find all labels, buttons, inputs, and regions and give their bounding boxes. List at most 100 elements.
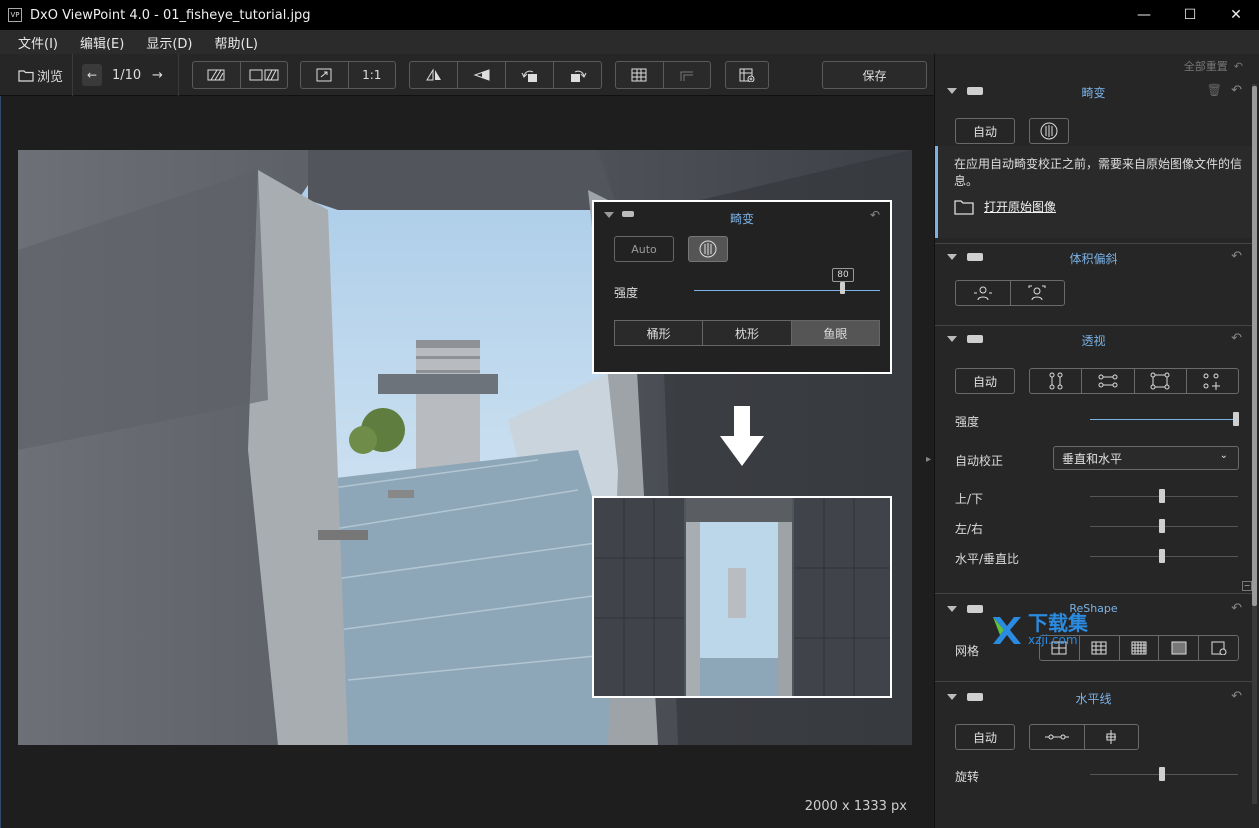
perspective-auto-button[interactable]: 自动 (955, 368, 1015, 394)
overlay-strength-value: 80 (832, 268, 854, 282)
window-title: DxO ViewPoint 4.0 - 01_fisheye_tutorial.… (30, 7, 311, 23)
undo-icon[interactable]: ↶ (1231, 249, 1242, 264)
rotate-right-button[interactable] (554, 62, 601, 88)
volume-mode-selector (955, 280, 1065, 306)
trash-icon[interactable]: 🗑 (1207, 83, 1222, 97)
eight-points-button[interactable] (1187, 369, 1238, 393)
overlay-fisheye-button[interactable] (688, 236, 728, 262)
minimize-button[interactable]: — (1121, 0, 1167, 30)
page-counter: 1/10 (112, 67, 142, 83)
reset-all-button[interactable]: 全部重置 ↶ (1184, 58, 1243, 74)
zoom-100-button[interactable]: 1:1 (349, 62, 396, 88)
horizon-auto-button[interactable]: 自动 (955, 724, 1015, 750)
person-horizontal-icon (973, 286, 992, 301)
grid-settings-button[interactable] (1199, 636, 1238, 660)
panel-scroll-thumb[interactable] (1252, 86, 1257, 606)
prev-image-button[interactable]: ← (82, 64, 102, 86)
image-dimensions: 2000 x 1333 px (804, 799, 907, 814)
rotate-knob[interactable] (1159, 767, 1165, 781)
ratio-knob[interactable] (1159, 549, 1165, 563)
watermark-cn: 下载集 (1028, 611, 1088, 635)
perspective-header[interactable]: 透视 ↶ (935, 326, 1252, 354)
app-logo-icon: VP (8, 8, 22, 22)
menu-view[interactable]: 显示(D) (146, 33, 192, 52)
rotate-left-button[interactable] (506, 62, 554, 88)
save-button[interactable]: 保存 (822, 61, 927, 89)
reset-all-label: 全部重置 (1183, 60, 1228, 73)
preset-button[interactable] (725, 61, 769, 89)
flip-horizontal-button[interactable] (410, 62, 458, 88)
correction-panel: 全部重置 ↶ 畸变 🗑 ↶ 自动 在应用自动畸变校正之前，需要来自原始图像文件的… (934, 54, 1259, 828)
info-box: 在应用自动畸变校正之前，需要来自原始图像文件的信息。 打开原始图像 (935, 146, 1252, 238)
undo-icon[interactable]: ↶ (1231, 601, 1242, 616)
flip-vertical-icon (473, 69, 489, 81)
menu-help[interactable]: 帮助(L) (215, 33, 258, 52)
vertical-lines-button[interactable] (1030, 369, 1083, 393)
browse-button[interactable]: 浏览 (18, 61, 63, 89)
distortion-auto-button[interactable]: 自动 (955, 118, 1015, 144)
toolbar-divider (178, 54, 179, 96)
next-image-button[interactable]: → (152, 61, 163, 89)
transform-group (409, 61, 602, 89)
arrow-left-icon: ← (86, 68, 98, 82)
leftright-label: 左/右 (955, 522, 984, 536)
split-view-button[interactable] (241, 62, 288, 88)
guides-button[interactable] (664, 62, 711, 88)
volume-spherical-button[interactable] (1011, 281, 1065, 305)
fisheye-button[interactable] (1029, 118, 1069, 144)
horizon-header[interactable]: 水平线 ↶ (935, 684, 1252, 712)
panel-collapse-handle[interactable]: ▸ (926, 454, 934, 468)
menu-edit[interactable]: 编辑(E) (80, 33, 124, 52)
grid-mode-3-button[interactable] (1120, 636, 1160, 660)
overlay-auto-button[interactable]: Auto (614, 236, 674, 262)
leftright-knob[interactable] (1159, 519, 1165, 533)
distortion-header[interactable]: 畸变 🗑 ↶ (935, 78, 1252, 106)
grid-settings-icon (1211, 641, 1227, 655)
auto-correct-select[interactable]: 垂直和水平 ⌄ (1053, 446, 1239, 470)
grid-mode-4-button[interactable] (1159, 636, 1200, 660)
rectangle-button[interactable] (1135, 369, 1187, 393)
fisheye-photo[interactable]: 畸变 ↶ Auto 强度 80 桶形 枕形 鱼眼 (18, 150, 912, 745)
collapse-section-icon[interactable]: − (1242, 581, 1252, 591)
horizon-horizontal-button[interactable] (1030, 725, 1085, 749)
perspective-title: 透视 (1081, 334, 1106, 348)
distortion-title: 畸变 (1081, 86, 1106, 100)
undo-icon[interactable]: ↶ (1231, 689, 1242, 704)
compare-view-group (192, 61, 288, 89)
grid-medium-icon (1091, 641, 1107, 655)
open-original-link[interactable]: 打开原始图像 (954, 198, 1056, 215)
perspective-mode-selector (1029, 368, 1239, 394)
volume-rectilinear-button[interactable] (956, 281, 1011, 305)
horizontal-lines-button[interactable] (1082, 369, 1135, 393)
close-button[interactable]: ✕ (1213, 0, 1259, 30)
grid-button[interactable] (616, 62, 664, 88)
perspective-strength-slider[interactable] (1090, 419, 1238, 420)
title-bar: VP DxO ViewPoint 4.0 - 01_fisheye_tutori… (0, 0, 1259, 30)
rotate-label: 旋转 (955, 770, 980, 784)
open-original-label: 打开原始图像 (984, 200, 1057, 214)
fit-screen-button[interactable] (301, 62, 349, 88)
barrel-mode-button[interactable]: 桶形 (615, 321, 704, 345)
flip-vertical-button[interactable] (458, 62, 506, 88)
overlay-strength-slider[interactable] (694, 290, 880, 291)
reshape-header[interactable]: ReShape ↶ (935, 596, 1252, 624)
rotate-right-icon (570, 70, 586, 82)
updown-knob[interactable] (1159, 489, 1165, 503)
undo-icon[interactable]: ↶ (1231, 83, 1242, 98)
overlay-strength-knob[interactable] (840, 282, 845, 294)
fisheye-mode-button[interactable]: 鱼眼 (791, 321, 879, 345)
volume-header[interactable]: 体积偏斜 ↶ (935, 244, 1252, 272)
points-add-icon (1203, 373, 1221, 390)
overlay-title: 畸变 (729, 212, 754, 226)
undo-icon[interactable]: ↶ (1231, 331, 1242, 346)
menu-file[interactable]: 文件(I) (18, 33, 58, 52)
vertical-lines-icon (1049, 372, 1063, 390)
single-view-button[interactable] (193, 62, 241, 88)
horizon-vertical-button[interactable] (1085, 725, 1139, 749)
hatched-frame-icon (207, 69, 225, 81)
ratio-label: 水平/垂直比 (955, 552, 1020, 566)
perspective-strength-knob[interactable] (1233, 412, 1239, 426)
grid-add-icon (739, 68, 755, 82)
maximize-button[interactable]: ☐ (1167, 0, 1213, 30)
pincushion-mode-button[interactable]: 枕形 (703, 321, 792, 345)
